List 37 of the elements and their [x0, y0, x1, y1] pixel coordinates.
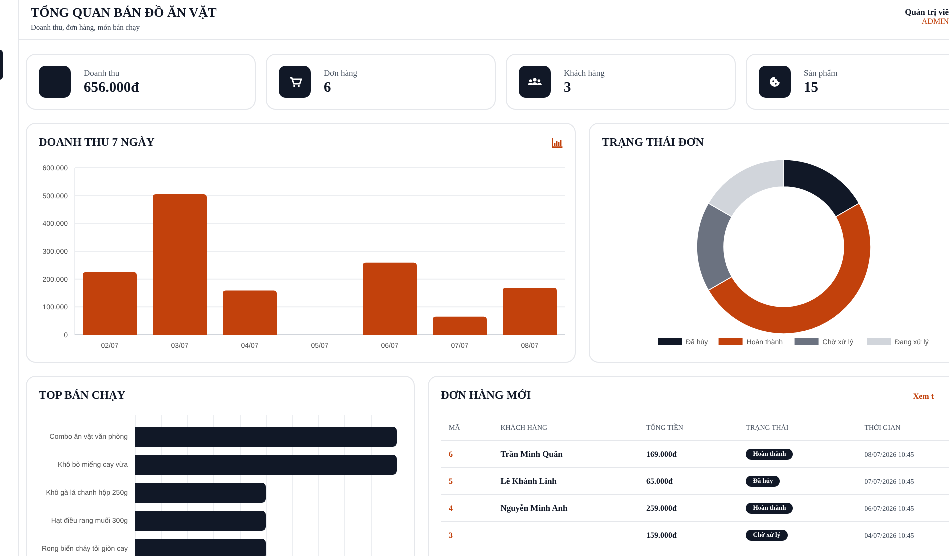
revenue-bar [83, 272, 137, 335]
card-title: TRẠNG THÁI ĐƠN [602, 137, 704, 149]
users-icon [519, 66, 551, 98]
order-total: 169.000đ [646, 450, 677, 458]
user-role: Quản trị viê [905, 7, 949, 17]
card-title: DOANH THU 7 NGÀY [39, 137, 155, 149]
view-all-link[interactable]: Xem t [913, 392, 934, 400]
icon-tile [39, 66, 71, 98]
card-title: TOP BÁN CHẠY [39, 390, 126, 402]
order-total: 159.000đ [646, 530, 677, 540]
order-id: 4 [449, 504, 453, 512]
stat-label: Đơn hàng [324, 68, 358, 78]
revenue-bar [223, 290, 277, 335]
bar-chart-icon[interactable] [552, 138, 563, 148]
customer-name: Lê Khánh Linh [500, 476, 557, 486]
customer-name: Nguyễn Minh Anh [500, 503, 568, 513]
page-title: TỔNG QUAN BÁN ĐỒ ĂN VẶT [31, 5, 217, 21]
stat-value: 15 [804, 80, 820, 96]
cookie-icon [759, 66, 791, 98]
order-id: 5 [449, 476, 453, 486]
order-total: 259.000đ [646, 504, 677, 512]
customer-name: Trần Minh Quân [500, 449, 563, 459]
stat-value: 6 [324, 80, 332, 96]
order-id: 6 [449, 450, 453, 458]
stat-value: 656.000đ [84, 80, 140, 96]
revenue-bar [433, 316, 487, 335]
stat-value: 3 [564, 80, 572, 96]
cart-icon [279, 66, 311, 98]
order-id: 3 [449, 530, 453, 540]
stat-label: Sản phẩm [804, 68, 838, 78]
order-total: 65.000đ [646, 476, 673, 486]
revenue-bar [503, 288, 557, 335]
user-name: ADMIN [922, 17, 949, 26]
stat-label: Doanh thu [84, 68, 121, 78]
sidebar-tab[interactable] [0, 50, 3, 80]
card-title: ĐƠN HÀNG MỚI [441, 390, 532, 402]
stat-label: Khách hàng [564, 68, 605, 78]
